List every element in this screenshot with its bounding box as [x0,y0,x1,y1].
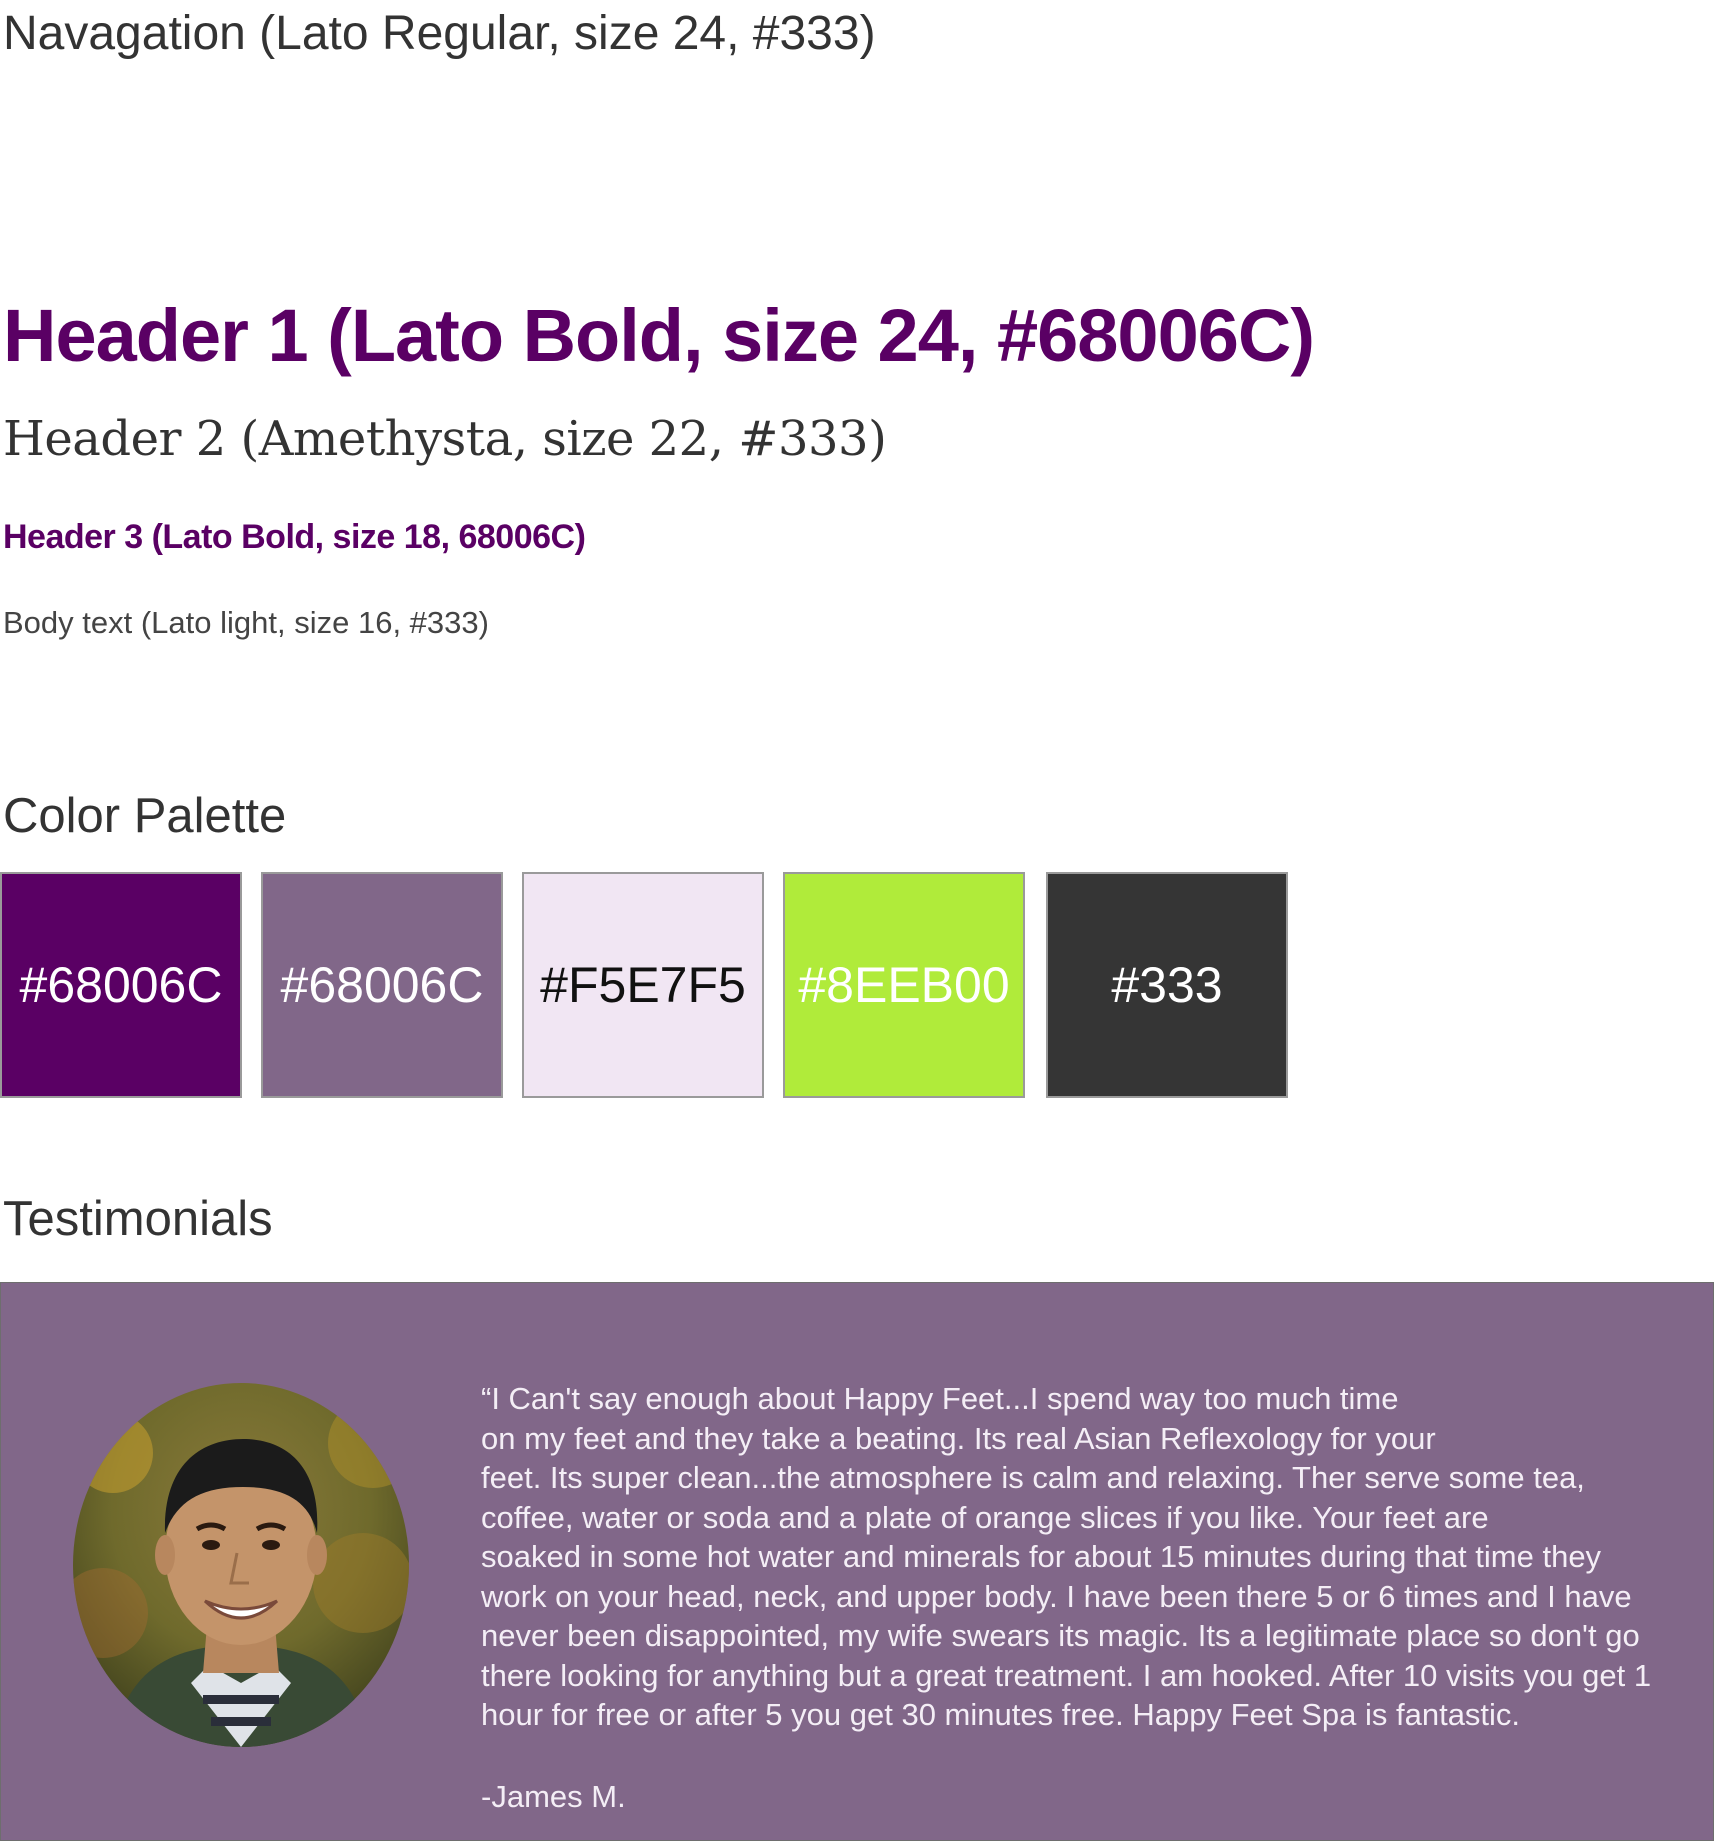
swatch-muted-purple: #68006C [261,872,503,1098]
quote-line: hour for free or after 5 you get 30 minu… [481,1697,1521,1732]
testimonial-quote: “I Can't say enough about Happy Feet...I… [481,1379,1681,1735]
swatch-label: #8EEB00 [798,957,1010,1013]
quote-line: never been disappointed, my wife swears … [481,1618,1640,1653]
swatch-light-lavender: #F5E7F5 [522,872,764,1098]
color-palette-heading: Color Palette [3,789,287,843]
body-type-sample: Body text (Lato light, size 16, #333) [3,605,489,640]
header1-type-sample: Header 1 (Lato Bold, size 24, #68006C) [3,294,1315,377]
testimonials-heading: Testimonials [3,1192,273,1246]
swatch-lime-green: #8EEB00 [783,872,1025,1098]
quote-line: soaked in some hot water and minerals fo… [481,1539,1602,1574]
header2-type-sample: Header 2 (Amethysta, size 22, #333) [3,411,887,467]
quote-line: on my feet and they take a beating. Its … [481,1420,1436,1456]
testimonial-card: “I Can't say enough about Happy Feet...I… [0,1282,1714,1841]
swatch-label: #68006C [280,957,484,1013]
swatch-dark-gray: #333 [1046,872,1288,1098]
quote-line: feet. Its super clean...the atmosphere i… [481,1460,1585,1495]
swatch-label: #68006C [19,957,223,1013]
color-palette: #68006C #68006C #F5E7F5 #8EEB00 #333 [0,872,1290,1098]
swatch-primary-purple: #68006C [0,872,242,1098]
quote-line: there looking for anything but a great t… [481,1657,1652,1693]
testimonial-author: -James M. [481,1779,626,1814]
person-photo-icon [73,1383,409,1747]
navigation-type-sample: Navagation (Lato Regular, size 24, #333) [3,7,876,60]
swatch-label: #333 [1111,957,1223,1013]
swatch-label: #F5E7F5 [540,957,746,1013]
quote-line: work on your head, neck, and upper body.… [481,1578,1632,1614]
header3-type-sample: Header 3 (Lato Bold, size 18, 68006C) [3,518,586,556]
quote-line: “I Can't say enough about Happy Feet...I… [481,1381,1399,1416]
quote-line: coffee, water or soda and a plate of ora… [481,1499,1489,1535]
